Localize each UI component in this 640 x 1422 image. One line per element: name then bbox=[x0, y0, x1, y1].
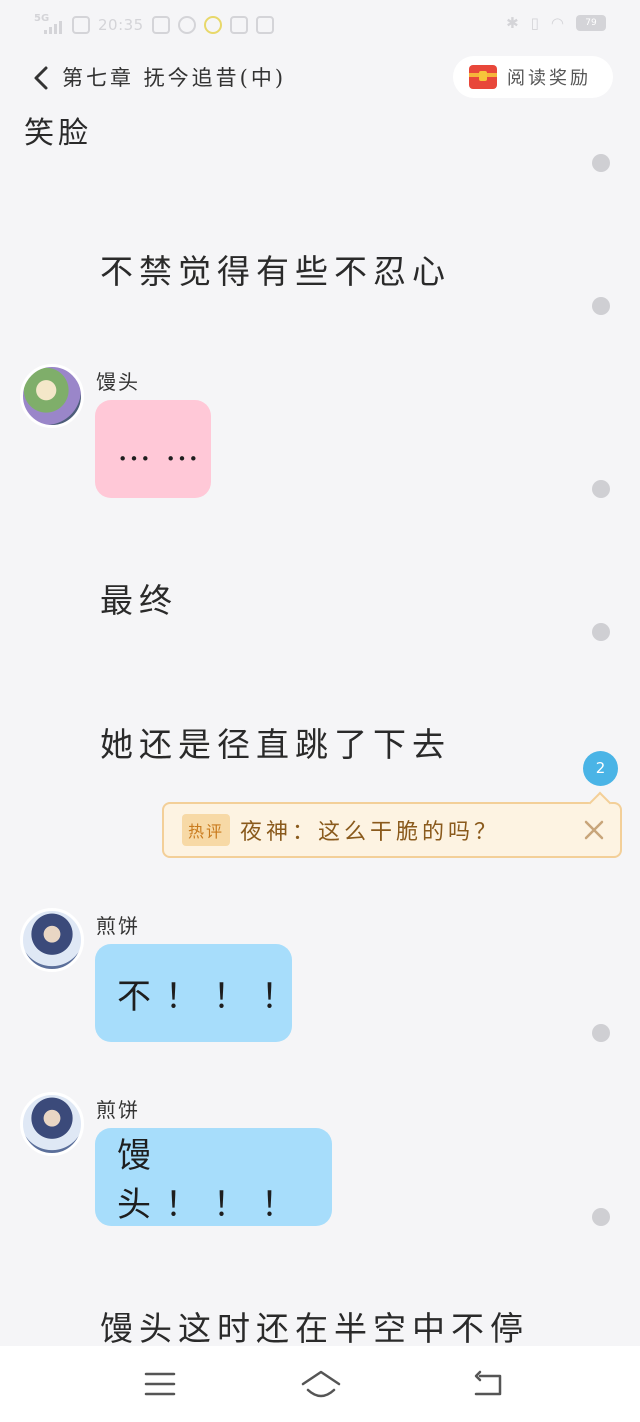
paragraph-comment-dot[interactable] bbox=[592, 154, 610, 172]
hot-comment-text: 夜神：这么干脆的吗？ bbox=[240, 820, 501, 845]
avatar-jianbing[interactable] bbox=[20, 1092, 84, 1156]
menu-icon[interactable] bbox=[142, 1368, 178, 1400]
treasure-chest-icon bbox=[469, 65, 497, 89]
reader-header: 第七章 抚今追昔(中) 阅读奖励 bbox=[0, 52, 640, 102]
status-right: ✱ ▯ ◠ 79 bbox=[506, 14, 606, 32]
app-notification-icon bbox=[151, 16, 170, 34]
message-text: 馒头！！！ bbox=[117, 1136, 309, 1225]
message-bubble[interactable]: 不！！！ bbox=[95, 944, 295, 1042]
speaker-name: 馒头 bbox=[96, 370, 140, 394]
avatar-mantou[interactable] bbox=[20, 364, 84, 428]
paragraph-comment-dot[interactable] bbox=[592, 480, 610, 498]
cellular-signal-icon: 5G bbox=[34, 14, 64, 36]
narration-line: 不禁觉得有些不忍心 bbox=[100, 252, 451, 291]
avatar-jianbing[interactable] bbox=[20, 908, 84, 972]
narration-line: 馒头这时还在半空中不停 bbox=[100, 1309, 529, 1346]
app-icon bbox=[229, 16, 248, 34]
system-nav-bar bbox=[0, 1346, 640, 1422]
reading-reward-label: 阅读奖励 bbox=[507, 68, 591, 89]
hot-comment-badge: 热评 bbox=[182, 814, 231, 846]
vibrate-icon: ▯ bbox=[530, 14, 539, 32]
paragraph-comment-dot[interactable] bbox=[592, 1024, 610, 1042]
chapter-title: 第七章 抚今追昔(中) bbox=[62, 66, 287, 90]
back-chevron-icon[interactable] bbox=[30, 64, 54, 92]
story-content[interactable]: 笑脸 不禁觉得有些不忍心 馒头 …… 最终 她还是径直跳了下去 2 热评 夜神：… bbox=[0, 100, 640, 1346]
qq-icon bbox=[203, 16, 222, 34]
wechat-icon bbox=[177, 16, 196, 34]
hot-comment-banner[interactable]: 热评 夜神：这么干脆的吗？ bbox=[162, 802, 622, 858]
bluetooth-icon: ✱ bbox=[506, 14, 519, 32]
paragraph-comment-dot[interactable] bbox=[592, 623, 610, 641]
message-bubble[interactable]: …… bbox=[95, 400, 211, 498]
hd-icon bbox=[72, 16, 90, 34]
comment-count-badge[interactable]: 2 bbox=[583, 751, 618, 786]
narration-partial: 笑脸 bbox=[24, 116, 92, 151]
paragraph-comment-dot[interactable] bbox=[592, 297, 610, 315]
message-bubble[interactable]: 馒头！！！ bbox=[95, 1128, 332, 1226]
battery-icon: 79 bbox=[576, 15, 606, 31]
status-left: 5G 20:35 bbox=[34, 14, 274, 36]
paragraph-comment-dot[interactable] bbox=[592, 1208, 610, 1226]
status-time: 20:35 bbox=[98, 16, 144, 34]
speaker-name: 煎饼 bbox=[96, 914, 140, 938]
back-icon[interactable] bbox=[470, 1368, 506, 1400]
reading-reward-button[interactable]: 阅读奖励 bbox=[453, 56, 613, 98]
battery-level: 79 bbox=[585, 18, 597, 28]
narration-line: 她还是径直跳了下去 bbox=[100, 725, 451, 764]
narration-line: 最终 bbox=[100, 581, 178, 620]
wifi-icon: ◠ bbox=[550, 14, 564, 32]
message-text: …… bbox=[117, 429, 213, 469]
speaker-name: 煎饼 bbox=[96, 1098, 140, 1122]
mail-icon bbox=[255, 16, 274, 34]
message-text: 不！！！ bbox=[117, 976, 309, 1017]
home-icon[interactable] bbox=[300, 1368, 342, 1400]
status-bar: 5G 20:35 ✱ ▯ ◠ 79 bbox=[0, 0, 640, 50]
close-icon[interactable] bbox=[582, 818, 606, 842]
